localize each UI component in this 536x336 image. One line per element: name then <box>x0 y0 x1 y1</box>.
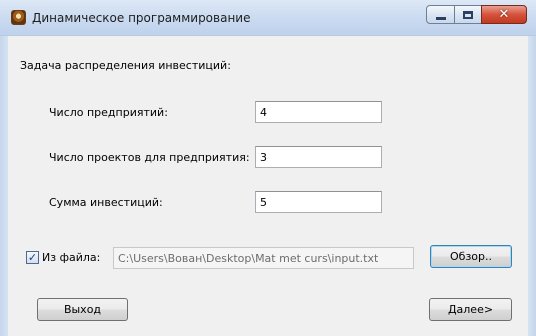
dialog-window: Динамическое программирование ✕ Задача р… <box>0 0 536 336</box>
from-file-label: Из файла: <box>42 251 101 264</box>
window-title: Динамическое программирование <box>32 11 251 25</box>
check-icon: ✓ <box>27 251 38 264</box>
projects-input[interactable]: 3 <box>255 146 382 168</box>
form-heading: Задача распределения инвестиций: <box>20 59 231 72</box>
file-path-input[interactable]: C:\Users\Вован\Desktop\Mat met curs\inpu… <box>113 247 414 269</box>
window-frame-left <box>0 36 8 336</box>
enterprises-label: Число предприятий: <box>49 106 168 119</box>
minimize-icon <box>435 16 446 20</box>
next-button[interactable]: Далее> <box>429 298 512 321</box>
app-icon[interactable] <box>11 10 26 25</box>
maximize-button[interactable] <box>454 5 482 24</box>
browse-button[interactable]: Обзор.. <box>430 245 512 268</box>
window-frame-right <box>528 36 536 336</box>
maximize-icon <box>463 10 473 19</box>
close-icon: ✕ <box>498 7 510 22</box>
title-bar[interactable]: Динамическое программирование ✕ <box>0 0 536 36</box>
investment-input[interactable]: 5 <box>255 191 382 213</box>
exit-button[interactable]: Выход <box>37 298 128 321</box>
investment-label: Сумма инвестиций: <box>49 196 163 209</box>
projects-label: Число проектов для предприятия: <box>49 151 250 164</box>
close-button[interactable]: ✕ <box>481 5 527 24</box>
client-area <box>8 36 528 336</box>
from-file-checkbox[interactable]: ✓ <box>26 251 39 264</box>
enterprises-input[interactable]: 4 <box>255 101 382 123</box>
minimize-button[interactable] <box>426 5 455 24</box>
